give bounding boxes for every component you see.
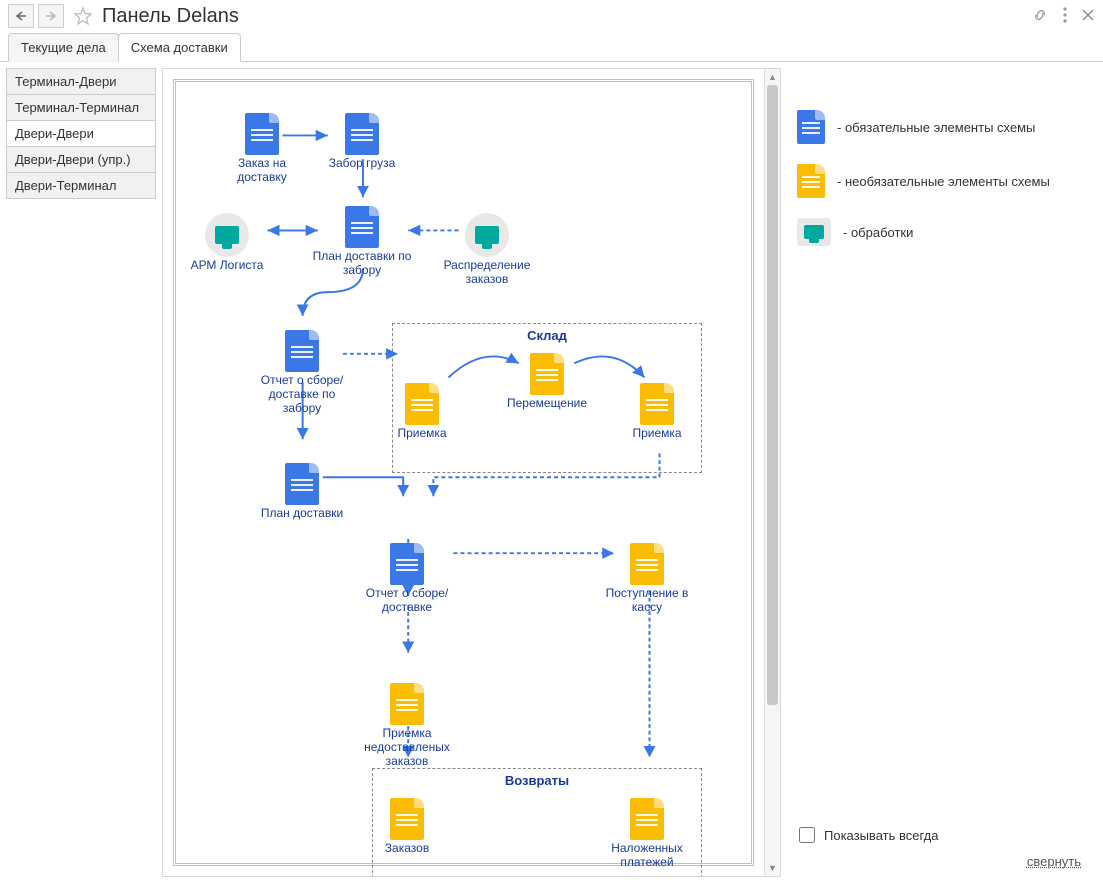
node-priemka-1[interactable]: Приемка: [377, 383, 467, 441]
node-plan-pickup[interactable]: План доставки по забору: [312, 206, 412, 278]
show-always-checkbox[interactable]: [799, 827, 815, 843]
tabs-bar: Текущие дела Схема доставки: [0, 32, 1103, 62]
collapse-link[interactable]: свернуть: [1027, 854, 1089, 869]
document-blue-icon: [797, 110, 825, 144]
link-icon[interactable]: [1031, 6, 1049, 27]
page-title: Панель Delans: [102, 5, 1027, 28]
legend-processing: - обработки: [797, 218, 1093, 246]
document-blue-icon: [245, 113, 279, 155]
document-yellow-icon: [630, 543, 664, 585]
document-yellow-icon: [390, 798, 424, 840]
processing-icon: [465, 213, 509, 257]
favorite-star-icon[interactable]: [72, 5, 94, 27]
document-blue-icon: [345, 206, 379, 248]
processing-icon: [205, 213, 249, 257]
sidebar-item-doors-terminal[interactable]: Двери-Терминал: [6, 172, 156, 199]
document-yellow-icon: [630, 798, 664, 840]
node-priemka-undelivered[interactable]: Приемка недоставленых заказов: [357, 683, 457, 768]
node-return-orders[interactable]: Заказов: [357, 798, 457, 856]
scrollbar-thumb[interactable]: [767, 85, 778, 705]
show-always-label: Показывать всегда: [824, 828, 938, 843]
node-arm-logist[interactable]: АРМ Логиста: [177, 213, 277, 273]
arrow-left-icon: [15, 11, 27, 21]
scroll-down-button[interactable]: ▼: [765, 860, 780, 876]
sidebar-item-terminal-terminal[interactable]: Терминал-Терминал: [6, 94, 156, 121]
tab-delivery-scheme[interactable]: Схема доставки: [118, 33, 241, 62]
document-yellow-icon: [390, 683, 424, 725]
node-pickup[interactable]: Забор груза: [312, 113, 412, 171]
document-blue-icon: [390, 543, 424, 585]
sidebar-item-terminal-doors[interactable]: Терминал-Двери: [6, 68, 156, 95]
document-blue-icon: [285, 330, 319, 372]
nav-back-button[interactable]: [8, 4, 34, 28]
legend-required: - обязательные элементы схемы: [797, 110, 1093, 144]
document-yellow-icon: [797, 164, 825, 198]
document-blue-icon: [345, 113, 379, 155]
titlebar: Панель Delans: [0, 0, 1103, 32]
show-always-checkbox-row[interactable]: Показывать всегда: [795, 824, 938, 846]
processing-icon: [797, 218, 831, 246]
node-report-pickup[interactable]: Отчет о сборе/доставке по забору: [252, 330, 352, 415]
node-move[interactable]: Перемещение: [492, 353, 602, 411]
app-window: Панель Delans Текущие дела Схема доставк…: [0, 0, 1103, 883]
document-yellow-icon: [640, 383, 674, 425]
legend-panel: - обязательные элементы схемы - необязат…: [787, 68, 1097, 877]
node-distribution[interactable]: Распределение заказов: [437, 213, 537, 287]
node-cash-in[interactable]: Поступление в кассу: [597, 543, 697, 615]
node-order[interactable]: Заказ на доставку: [212, 113, 312, 185]
sidebar-item-doors-doors[interactable]: Двери-Двери: [6, 120, 156, 147]
document-blue-icon: [285, 463, 319, 505]
node-plan-delivery[interactable]: План доставки: [252, 463, 352, 521]
scrollbar-track[interactable]: [765, 85, 780, 860]
vertical-scrollbar[interactable]: ▲ ▼: [764, 69, 780, 876]
close-icon: [1081, 8, 1095, 22]
more-menu-icon[interactable]: [1063, 7, 1067, 26]
legend-optional: - необязательные элементы схемы: [797, 164, 1093, 198]
diagram-canvas[interactable]: Склад Возвраты: [182, 88, 745, 857]
node-return-cod[interactable]: Наложенных платежей: [597, 798, 697, 870]
sidebar: Терминал-Двери Терминал-Терминал Двери-Д…: [6, 68, 156, 877]
diagram-panel: Склад Возвраты: [162, 68, 781, 877]
nav-forward-button[interactable]: [38, 4, 64, 28]
sidebar-item-doors-doors-managed[interactable]: Двери-Двери (упр.): [6, 146, 156, 173]
node-report-delivery[interactable]: Отчет о сборе/доставке: [357, 543, 457, 615]
document-yellow-icon: [530, 353, 564, 395]
arrow-right-icon: [45, 11, 57, 21]
body: Терминал-Двери Терминал-Терминал Двери-Д…: [0, 62, 1103, 883]
scroll-up-button[interactable]: ▲: [765, 69, 780, 85]
document-yellow-icon: [405, 383, 439, 425]
node-priemka-2[interactable]: Приемка: [612, 383, 702, 441]
tab-current-tasks[interactable]: Текущие дела: [8, 33, 119, 62]
close-button[interactable]: [1081, 8, 1095, 25]
